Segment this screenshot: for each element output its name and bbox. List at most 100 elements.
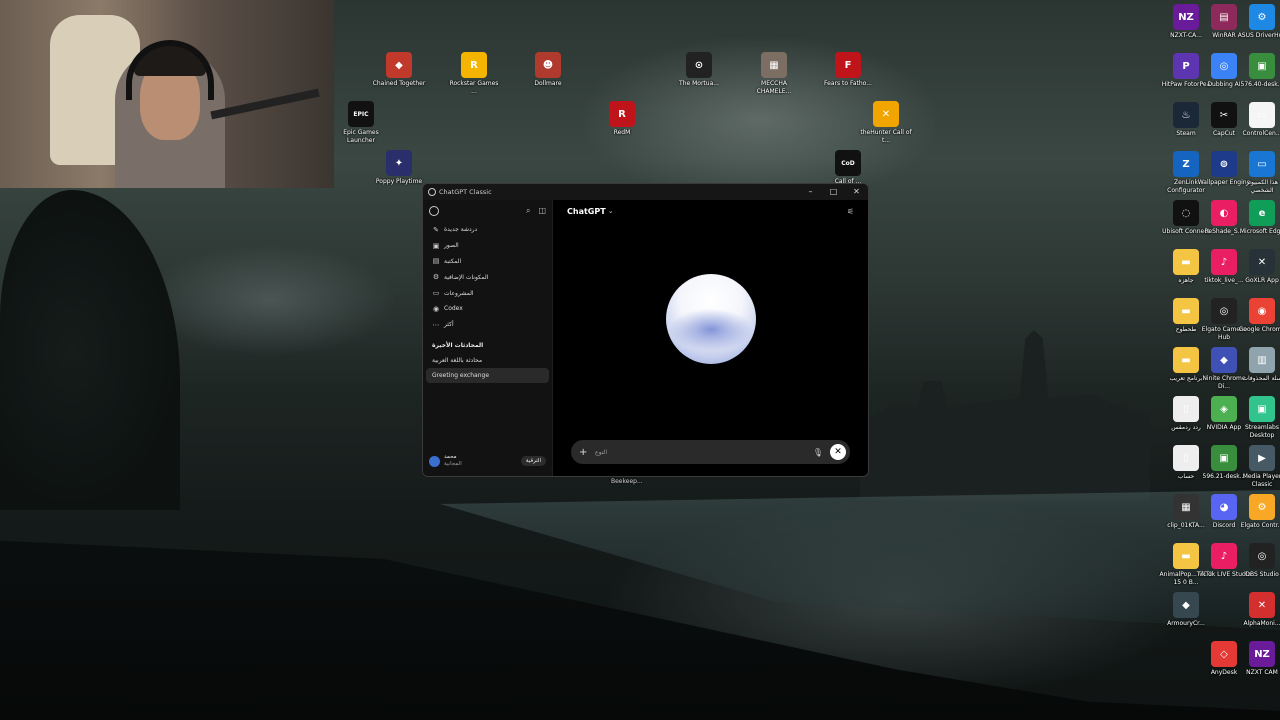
app-icon: ⊙: [686, 52, 712, 78]
app-icon: ♨: [1173, 102, 1199, 128]
app-icon: ▬: [1173, 298, 1199, 324]
desktop-icon[interactable]: ▭ هذا الكمبيوتر الشخصي: [1237, 151, 1280, 194]
desktop-icon[interactable]: R RedM: [597, 101, 647, 137]
sidebar-item-label: دردشة جديدة: [444, 226, 478, 234]
desktop-icon[interactable]: CoD Call of ...: [823, 150, 873, 186]
app-icon: ◌: [1173, 200, 1199, 226]
app-icon: ♪: [1211, 543, 1237, 569]
app-icon: ✦: [386, 150, 412, 176]
codex-icon: ◉: [432, 304, 440, 313]
desktop-icon[interactable]: ▦ MECCHA CHAMELE...: [749, 52, 799, 95]
app-icon: ▬: [1173, 249, 1199, 275]
webcam-overlay: [0, 0, 334, 188]
desktop-icon-label: Microsoft Edge: [1239, 228, 1280, 235]
app-icon: NZ: [1173, 4, 1199, 30]
desktop-icon-label: Media Player Classic: [1242, 473, 1280, 488]
chat-history-item[interactable]: Greeting exchange: [426, 367, 549, 383]
desktop-icon-label: OBS Studio: [1245, 571, 1279, 578]
app-icon: ◆: [1173, 592, 1199, 618]
desktop-icon-label: Rockstar Games ...: [449, 80, 499, 95]
desktop-icon[interactable]: ✕ AlphaMoni...: [1237, 592, 1280, 628]
app-icon: ◎: [1249, 543, 1275, 569]
user-info: محمد المجانية: [444, 454, 462, 468]
desktop-icon[interactable]: ▣ 576.40-desk...: [1237, 53, 1280, 89]
chatgpt-logo-icon[interactable]: [429, 206, 439, 216]
desktop-icon[interactable]: ☻ Dollmare: [523, 52, 573, 88]
sidebar-header: ⌕ ◫: [423, 200, 552, 222]
app-icon: ◉: [1249, 298, 1275, 324]
sidebar-item[interactable]: ✎ دردشة جديدة: [426, 222, 549, 238]
app-icon: ▣: [1211, 445, 1237, 471]
desktop-icon[interactable]: e Microsoft Edge: [1237, 200, 1280, 236]
main-header: ChatGPT ⌄ ⚟: [553, 200, 868, 222]
app-icon: ◎: [1211, 53, 1237, 79]
app-icon: e: [1249, 200, 1275, 226]
app-icon: ✕: [1249, 592, 1275, 618]
desktop-icon[interactable]: ⚙ Elgato Contr...: [1237, 494, 1280, 530]
desktop-icon-label: Dollmare: [534, 80, 562, 87]
composer-input[interactable]: [589, 448, 813, 456]
recent-chats-heading: المحادثات الأخيرة: [432, 341, 484, 349]
chatgpt-window[interactable]: ChatGPT Classic – □ ✕ ⌕ ◫ ✎ دردشة جديدة ▣ ا…: [422, 183, 869, 477]
desktop-icon[interactable]: ▣ Streamlabs Desktop: [1237, 396, 1280, 439]
plus-icon[interactable]: +: [579, 447, 589, 458]
search-icon[interactable]: ⌕: [526, 206, 530, 216]
sidebar-item-label: Codex: [444, 305, 463, 313]
close-window-button[interactable]: ✕: [845, 184, 868, 200]
user-profile[interactable]: محمد المجانية الترقية: [423, 451, 552, 471]
window-titlebar[interactable]: ChatGPT Classic – □ ✕: [423, 184, 868, 200]
desktop-icon[interactable]: R Rockstar Games ...: [449, 52, 499, 95]
app-icon: ✕: [1249, 249, 1275, 275]
sidebar-item-label: المكونات الإضافية: [444, 273, 489, 281]
desktop-icon[interactable]: EPIC Epic Games Launcher: [336, 101, 386, 144]
user-name: محمد: [444, 454, 457, 460]
chevron-down-icon[interactable]: ⌄: [608, 207, 614, 215]
desktop-icon-label: The Mortua...: [679, 80, 719, 87]
desktop-icon[interactable]: ⚙ ASUS DriverHub: [1237, 4, 1280, 40]
maximize-button[interactable]: □: [822, 184, 845, 200]
desktop-icon[interactable]: ◆ ArmouryCr...: [1161, 592, 1211, 628]
settings-sliders-icon[interactable]: ⚟: [847, 207, 854, 216]
desktop-icon[interactable]: ▥ سلة المحذوفات: [1237, 347, 1280, 383]
chat-history-item[interactable]: محادثة باللغة العربية: [426, 353, 549, 368]
sidebar-item[interactable]: ▣ الصور: [426, 238, 549, 254]
desktop-icon[interactable]: ◎ OBS Studio: [1237, 543, 1280, 579]
sidebar-item-label: الصور: [444, 242, 459, 250]
end-voice-button[interactable]: ✕: [830, 444, 846, 460]
sidebar-toggle-icon[interactable]: ◫: [538, 206, 546, 216]
app-icon: ▬: [1173, 543, 1199, 569]
desktop-icon[interactable]: NZ NZXT CAM: [1237, 641, 1280, 677]
desktop-icon-label: Epic Games Launcher: [343, 129, 379, 144]
microphone-icon[interactable]: 🎙: [813, 448, 823, 457]
desktop-icon[interactable]: ✕ theHunter Call of t...: [860, 101, 912, 144]
desktop-icon-label: Poppy Playtime: [375, 178, 423, 185]
desktop-icon[interactable]: ⊙ The Mortua...: [674, 52, 724, 88]
sidebar-item[interactable]: ⋯ أكثر: [426, 317, 549, 333]
app-icon: ◇: [1211, 641, 1237, 667]
desktop-icon[interactable]: ◉ Google Chrome: [1237, 298, 1280, 334]
sidebar-item[interactable]: ▭ المشروعات: [426, 285, 549, 301]
desktop-icon-label: سلة المحذوفات: [1242, 375, 1280, 382]
app-icon: ▭: [1249, 151, 1275, 177]
app-icon: ◈: [1211, 396, 1237, 422]
desktop-icon[interactable]: F Fears to Fatho...: [823, 52, 873, 88]
desktop-icon[interactable]: ✕ GoXLR App: [1237, 249, 1280, 285]
desktop-icon-label: MECCHA CHAMELE...: [756, 80, 792, 95]
model-selector[interactable]: ChatGPT: [567, 207, 606, 216]
avatar[interactable]: [429, 455, 440, 467]
new-chat-icon: ✎: [433, 225, 439, 234]
sidebar: ⌕ ◫ ✎ دردشة جديدة ▣ الصور ▤ المكتبة ⚙ المكونات …: [423, 200, 553, 476]
sidebar-item[interactable]: ⚙ المكونات الإضافية: [426, 269, 549, 285]
upgrade-button[interactable]: الترقية: [520, 456, 546, 466]
app-icon: ✕: [873, 101, 899, 127]
desktop-icon[interactable]: ◆ Chained Together: [373, 52, 425, 88]
app-icon: F: [835, 52, 861, 78]
desktop-icon[interactable]: ▶ Media Player Classic: [1237, 445, 1280, 488]
desktop-icon[interactable]: ✦ Poppy Playtime: [374, 150, 424, 186]
sidebar-item[interactable]: ◉ Codex: [426, 301, 549, 317]
desktop-icon[interactable]: ▭ ControlCen...: [1237, 102, 1280, 138]
minimize-button[interactable]: –: [799, 184, 822, 200]
window-title: ChatGPT Classic: [439, 188, 492, 196]
sidebar-item[interactable]: ▤ المكتبة: [426, 254, 549, 270]
app-icon: ♪: [1211, 249, 1237, 275]
